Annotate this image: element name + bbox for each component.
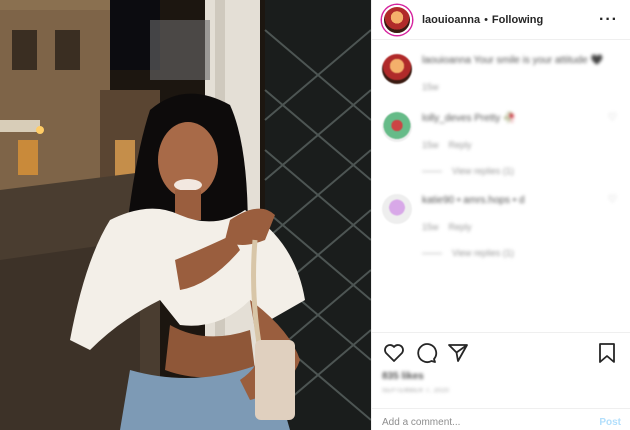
comment-meta: 15w Reply: [422, 220, 525, 234]
comment-row: katie90 • amrs.hops • d 15w Reply ♡: [382, 194, 618, 234]
caption-text: laouioanna Your smile is your attitude 🖤: [422, 55, 603, 66]
following-button[interactable]: Following: [492, 14, 543, 26]
comment-meta: 15w Reply: [422, 138, 516, 152]
add-comment-input[interactable]: [382, 411, 600, 428]
view-replies[interactable]: View replies (1): [422, 166, 618, 176]
comment-avatar[interactable]: [382, 112, 412, 142]
view-replies[interactable]: View replies (1): [422, 248, 618, 258]
author-avatar[interactable]: [382, 4, 412, 35]
reply-button[interactable]: Reply: [449, 222, 472, 232]
post-side-panel: laouioanna • Following ··· laouioanna Yo…: [371, 0, 630, 430]
header-separator: •: [484, 13, 488, 26]
post-image: [0, 0, 371, 430]
post-date: SEPTEMBER 7, 2020: [382, 388, 450, 394]
comment-text: lolly_deves Pretty 🥀: [422, 113, 516, 124]
comment-text: katie90 • amrs.hops • d: [422, 195, 525, 206]
more-options-icon[interactable]: ···: [599, 11, 618, 29]
view-replies-label[interactable]: View replies (1): [452, 248, 514, 258]
add-comment-bar: Post: [372, 408, 630, 430]
likes-count[interactable]: 835 likes: [382, 371, 619, 382]
post-photo[interactable]: [0, 0, 371, 430]
author-username[interactable]: laouioanna: [422, 14, 480, 26]
caption-row: laouioanna Your smile is your attitude 🖤…: [382, 54, 618, 94]
comment-icon[interactable]: [414, 341, 438, 365]
comment-time: 15w: [422, 222, 439, 232]
caption-time: 15w: [422, 82, 439, 92]
heart-icon[interactable]: [382, 341, 406, 365]
comment-like-icon[interactable]: ♡: [608, 112, 618, 123]
action-icons: [382, 341, 619, 365]
comment-row: lolly_deves Pretty 🥀 15w Reply ♡: [382, 112, 618, 152]
post-comment-button[interactable]: Post: [599, 411, 621, 428]
post-actions: 835 likes SEPTEMBER 7, 2020: [372, 332, 630, 394]
comment-like-icon[interactable]: ♡: [608, 194, 618, 205]
comments-list[interactable]: laouioanna Your smile is your attitude 🖤…: [372, 40, 630, 332]
comment-time: 15w: [422, 140, 439, 150]
caption-avatar[interactable]: [382, 54, 412, 84]
comment-avatar[interactable]: [382, 194, 412, 224]
bookmark-icon[interactable]: [595, 341, 619, 365]
view-replies-label[interactable]: View replies (1): [452, 166, 514, 176]
reply-button[interactable]: Reply: [449, 140, 472, 150]
share-icon[interactable]: [446, 341, 470, 365]
post-header: laouioanna • Following ···: [372, 0, 630, 40]
